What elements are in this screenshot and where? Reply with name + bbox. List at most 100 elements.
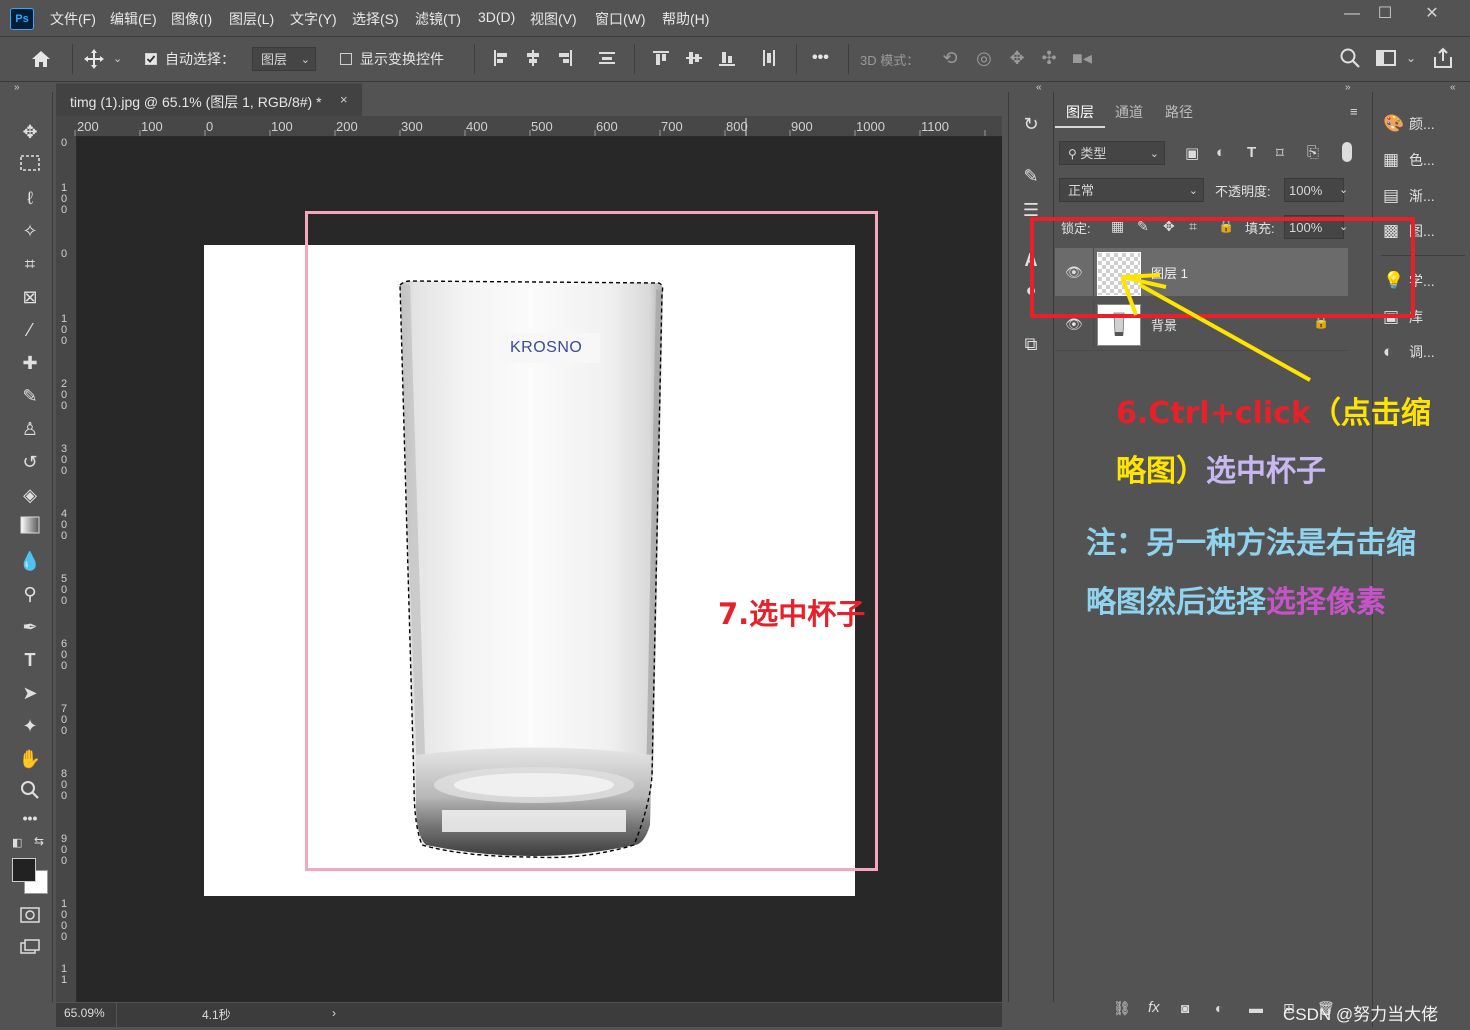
- close-window-button[interactable]: ✕: [1414, 4, 1450, 24]
- brush-settings-icon[interactable]: ✎: [1019, 164, 1043, 188]
- hand-tool-icon[interactable]: ✋: [18, 747, 42, 771]
- quick-mask-icon[interactable]: [18, 906, 42, 930]
- filter-shape-icon[interactable]: ⌑: [1276, 144, 1284, 162]
- adjustment-icon[interactable]: ◐: [1215, 1000, 1223, 1016]
- close-tab-icon[interactable]: ×: [340, 92, 348, 107]
- menu-view[interactable]: 视图(V): [530, 9, 577, 29]
- filter-adjustment-icon[interactable]: ◐: [1216, 144, 1225, 161]
- tab-paths[interactable]: 路径: [1165, 102, 1193, 122]
- filter-type-icon[interactable]: T: [1247, 144, 1256, 161]
- panel-gradients[interactable]: ▤ 渐...: [1383, 186, 1435, 210]
- menu-layer[interactable]: 图层(L): [229, 9, 274, 29]
- align-middle-icon[interactable]: [683, 48, 705, 70]
- panel-color[interactable]: 🎨 颜...: [1383, 114, 1435, 138]
- 3d-roll-icon[interactable]: ◎: [972, 48, 996, 70]
- magic-wand-tool-icon[interactable]: ✧: [18, 219, 42, 243]
- 3d-pan-icon[interactable]: ✥: [1005, 48, 1029, 70]
- crop-tool-icon[interactable]: ⌗: [18, 252, 42, 276]
- pen-tool-icon[interactable]: ✒: [18, 615, 42, 639]
- 3d-slide-icon[interactable]: ✣: [1037, 48, 1061, 70]
- more-options-button[interactable]: •••: [812, 49, 829, 67]
- tab-channels[interactable]: 通道: [1115, 102, 1143, 122]
- align-right-icon[interactable]: [554, 48, 576, 70]
- healing-brush-tool-icon[interactable]: ✚: [18, 351, 42, 375]
- align-top-icon[interactable]: [650, 48, 672, 70]
- zoom-tool-icon[interactable]: [18, 780, 42, 804]
- menu-type[interactable]: 文字(Y): [290, 9, 337, 29]
- chevron-down-icon[interactable]: ⌄: [113, 52, 122, 65]
- align-center-icon[interactable]: [522, 48, 544, 70]
- foreground-color-swatch[interactable]: [12, 858, 36, 882]
- panel-menu-icon[interactable]: ≡: [1350, 104, 1358, 119]
- chevron-down-icon[interactable]: ⌄: [1339, 178, 1348, 202]
- show-transform-checkbox[interactable]: [340, 53, 352, 65]
- gradient-tool-icon[interactable]: [18, 516, 42, 540]
- maximize-button[interactable]: ☐: [1367, 4, 1403, 24]
- eyedropper-tool-icon[interactable]: ⁄: [18, 318, 42, 342]
- zoom-level[interactable]: 65.09%: [64, 1006, 105, 1020]
- distribute-icon[interactable]: [596, 48, 618, 70]
- fx-icon[interactable]: fx: [1148, 999, 1160, 1016]
- dodge-tool-icon[interactable]: ⚲: [18, 582, 42, 606]
- menu-file[interactable]: 文件(F): [50, 9, 96, 29]
- annotation-note-line2: 略图然后选择选择像素: [1086, 577, 1386, 621]
- workspace-icon[interactable]: [1374, 48, 1398, 70]
- link-icon[interactable]: ⛓: [1113, 1000, 1131, 1017]
- menu-image[interactable]: 图像(I): [171, 9, 212, 29]
- blur-tool-icon[interactable]: 💧: [18, 549, 42, 573]
- auto-select-target-dropdown[interactable]: 图层 ⌄: [252, 47, 316, 71]
- path-selection-tool-icon[interactable]: ➤: [18, 681, 42, 705]
- blend-mode-dropdown[interactable]: 正常 ⌄: [1059, 178, 1204, 202]
- type-tool-icon[interactable]: T: [18, 648, 42, 672]
- custom-shape-tool-icon[interactable]: ✦: [18, 714, 42, 738]
- palette-icon: 🎨: [1383, 114, 1405, 133]
- group-icon[interactable]: ▬: [1249, 1000, 1263, 1016]
- menu-help[interactable]: 帮助(H): [662, 9, 709, 29]
- mask-icon[interactable]: ◙: [1181, 1000, 1189, 1016]
- swap-colors-icon[interactable]: ⇆: [34, 834, 44, 848]
- tab-layers[interactable]: 图层: [1066, 102, 1094, 122]
- menu-3d[interactable]: 3D(D): [478, 9, 515, 25]
- align-left-icon[interactable]: [490, 48, 512, 70]
- menu-edit[interactable]: 编辑(E): [110, 9, 157, 29]
- filter-smart-object-icon[interactable]: ⎘: [1307, 144, 1319, 161]
- menu-window[interactable]: 窗口(W): [595, 9, 646, 29]
- auto-select-checkbox[interactable]: [145, 53, 157, 65]
- minimize-button[interactable]: —: [1334, 4, 1370, 24]
- eraser-tool-icon[interactable]: ◈: [18, 483, 42, 507]
- home-icon[interactable]: [28, 47, 54, 73]
- 3d-orbit-icon[interactable]: ⟲: [938, 48, 962, 70]
- align-bottom-icon[interactable]: [716, 48, 738, 70]
- panel-gradients-label: 渐...: [1409, 188, 1435, 204]
- 3d-panel-icon[interactable]: ⧉: [1019, 332, 1043, 356]
- move-tool-icon[interactable]: ✥: [18, 120, 42, 144]
- share-icon[interactable]: [1430, 46, 1456, 72]
- document-tab[interactable]: timg (1).jpg @ 65.1% (图层 1, RGB/8#) * ×: [56, 83, 362, 116]
- distribute-vertical-icon[interactable]: [758, 48, 780, 70]
- panel-swatches[interactable]: ▦ 色...: [1383, 150, 1435, 174]
- search-icon[interactable]: [1338, 47, 1362, 71]
- visibility-eye-icon[interactable]: 👁: [1065, 316, 1083, 333]
- history-panel-icon[interactable]: ↻: [1019, 112, 1043, 136]
- marquee-tool-icon[interactable]: [18, 153, 42, 177]
- filter-toggle-switch[interactable]: [1342, 142, 1352, 162]
- chevron-down-icon[interactable]: ⌄: [1406, 51, 1416, 65]
- layer-filter-dropdown[interactable]: ⚲ 类型 ⌄: [1059, 141, 1165, 165]
- panel-adjustments[interactable]: ◐ 调...: [1383, 342, 1435, 366]
- lasso-tool-icon[interactable]: ℓ: [18, 186, 42, 210]
- brush-tool-icon[interactable]: ✎: [18, 384, 42, 408]
- clone-stamp-tool-icon[interactable]: ♙: [18, 417, 42, 441]
- ruler-label: 1 0 0 0: [60, 898, 68, 943]
- status-menu-arrow-icon[interactable]: ›: [332, 1006, 336, 1020]
- menu-select[interactable]: 选择(S): [352, 9, 399, 29]
- history-brush-tool-icon[interactable]: ↺: [18, 450, 42, 474]
- frame-tool-icon[interactable]: ⊠: [18, 285, 42, 309]
- screen-mode-icon[interactable]: [18, 938, 42, 962]
- menu-filter[interactable]: 滤镜(T): [415, 9, 461, 29]
- filter-pixel-icon[interactable]: ▣: [1185, 144, 1199, 162]
- default-colors-icon[interactable]: ◧: [12, 836, 22, 849]
- 3d-camera-icon[interactable]: ■◂: [1070, 48, 1094, 70]
- move-tool-icon[interactable]: [82, 48, 106, 72]
- opacity-input[interactable]: 100%: [1284, 178, 1344, 202]
- more-tools-icon[interactable]: •••: [18, 806, 42, 830]
